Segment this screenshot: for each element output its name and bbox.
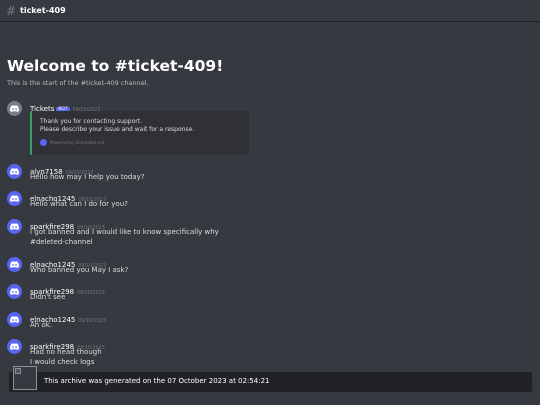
- avatar[interactable]: [7, 164, 22, 179]
- discord-logo-icon: [10, 168, 19, 175]
- image-placeholder-icon: [15, 368, 21, 374]
- tickets-logo-icon: [40, 139, 47, 146]
- message-text: I would check logs: [30, 358, 95, 366]
- message-text: Who banned you May I ask?: [30, 266, 129, 274]
- discord-logo-icon: [10, 261, 19, 268]
- avatar[interactable]: [7, 312, 22, 327]
- avatar[interactable]: [7, 191, 22, 206]
- message-text: Hello what can I do for you?: [30, 200, 128, 208]
- hash-icon: #: [6, 3, 17, 18]
- message-text: Ah ok.: [30, 321, 53, 329]
- broken-image-icon: [13, 366, 37, 390]
- avatar[interactable]: [7, 339, 22, 354]
- embed-text: Thank you for contacting support.: [40, 118, 142, 125]
- archive-generated-text: This archive was generated on the 07 Oct…: [44, 377, 270, 385]
- discord-logo-icon: [10, 195, 19, 202]
- embed-footer-text: Powered by ticketsbot.net: [50, 140, 105, 145]
- discord-logo-icon: [10, 343, 19, 350]
- message-timestamp: 09/10/2023: [77, 291, 105, 296]
- message-timestamp: 09/10/2023: [78, 319, 107, 324]
- avatar[interactable]: [7, 257, 22, 272]
- avatar[interactable]: [7, 284, 22, 299]
- message-text: Hello how may I help you today?: [30, 173, 145, 181]
- message-text: Didn't see: [30, 293, 66, 301]
- embed-text: Please describe your issue and wait for …: [40, 126, 195, 133]
- archive-footer: This archive was generated on the 07 Oct…: [9, 366, 532, 392]
- discord-logo-icon: [10, 316, 19, 323]
- avatar[interactable]: [7, 219, 22, 234]
- message-text: Had no head though: [30, 348, 102, 356]
- channel-header: # ticket-409: [0, 0, 540, 22]
- message-text: I got banned and I would like to know sp…: [30, 228, 219, 236]
- welcome-subtitle: This is the start of the #ticket-409 cha…: [7, 79, 149, 87]
- embed-footer: Powered by ticketsbot.net: [40, 139, 104, 146]
- discord-logo-icon: [10, 288, 19, 295]
- channel-name: ticket-409: [20, 6, 66, 15]
- avatar[interactable]: [7, 101, 22, 116]
- discord-logo-icon: [10, 105, 19, 112]
- message-embed: Thank you for contacting support. Please…: [30, 111, 249, 155]
- channel-mention[interactable]: #deleted-channel: [30, 238, 93, 247]
- discord-logo-icon: [10, 223, 19, 230]
- welcome-title: Welcome to #ticket-409!: [7, 57, 224, 75]
